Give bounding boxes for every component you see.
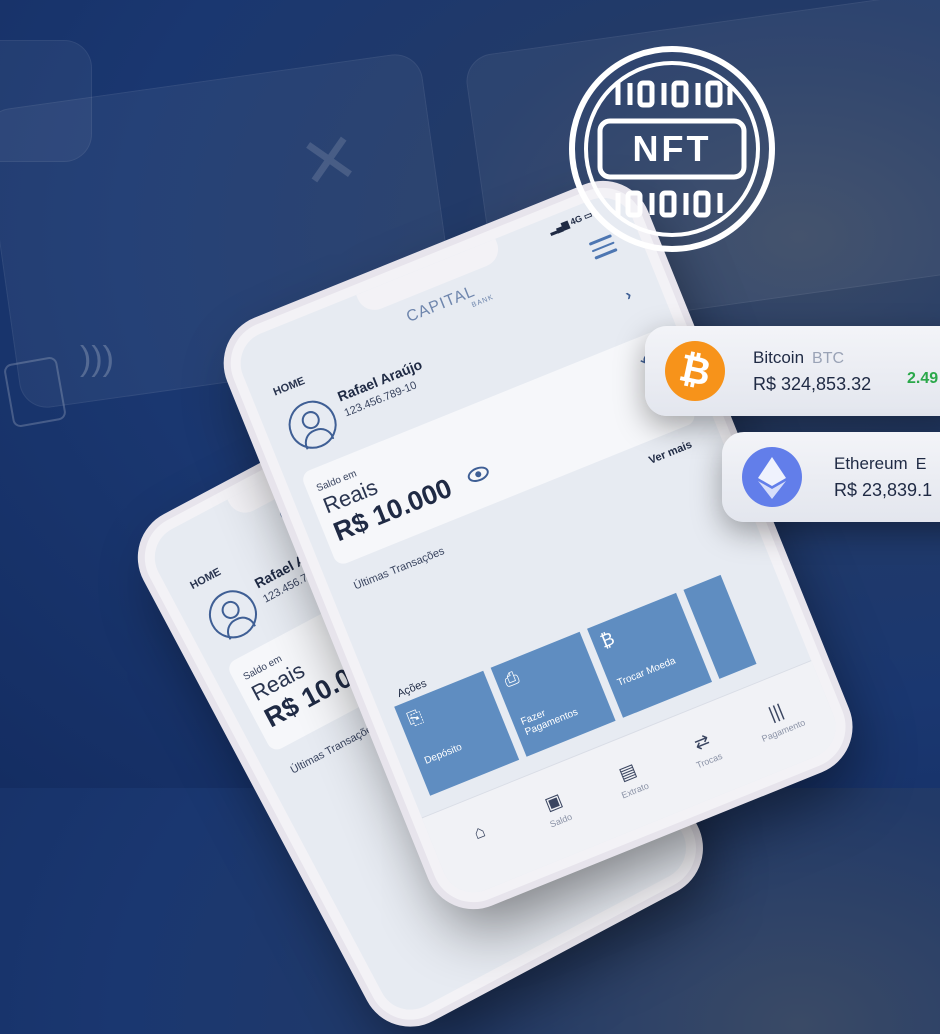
coin-price: R$ 324,853.32 [753,374,872,394]
coin-name: Ethereum [834,454,908,473]
nav-extrato[interactable]: ▤ Extrato [587,748,674,810]
chevron-right-icon[interactable]: › [623,287,635,306]
make-payment-label: Fazer Pagamentos [519,706,580,738]
ethereum-icon [742,447,802,507]
home-icon: ⌂ [470,820,489,844]
coin-name: Bitcoin [753,348,805,367]
coin-symbol: BTC [812,350,845,367]
nav-trocas[interactable]: ⇄ Trocas [661,718,748,780]
ver-mais-link[interactable]: Ver mais [647,439,693,467]
exchange-currency-label: Trocar Moeda [615,655,678,689]
contactless-icon: ))) [80,340,114,378]
card-chip-icon [2,355,68,429]
coin-symbol: E [915,456,927,473]
nav-saldo[interactable]: ▣ Saldo [513,778,600,840]
avatar[interactable] [200,581,266,647]
nft-badge-icon: NFT [569,46,775,252]
ethereum-ticker-card[interactable]: Ethereum E R$ 23,839.1 [722,432,940,522]
nav-home[interactable]: ⌂ [438,808,522,861]
nft-label: NFT [633,128,712,169]
avatar[interactable] [281,393,344,456]
bitcoin-swap-icon: ₿ [597,628,618,652]
payment-icon: ⎙ [501,666,522,691]
nav-pagamento[interactable]: ||| Pagamento [735,688,822,750]
bitcoin-icon: ₿ [665,341,725,401]
deposit-label: Depósito [422,741,464,767]
coin-price: R$ 23,839.1 [834,480,933,500]
coin-change: 2.49 [907,370,939,387]
bitcoin-ticker-card[interactable]: ₿ Bitcoin BTC R$ 324,853.32 2.49 [645,326,940,416]
